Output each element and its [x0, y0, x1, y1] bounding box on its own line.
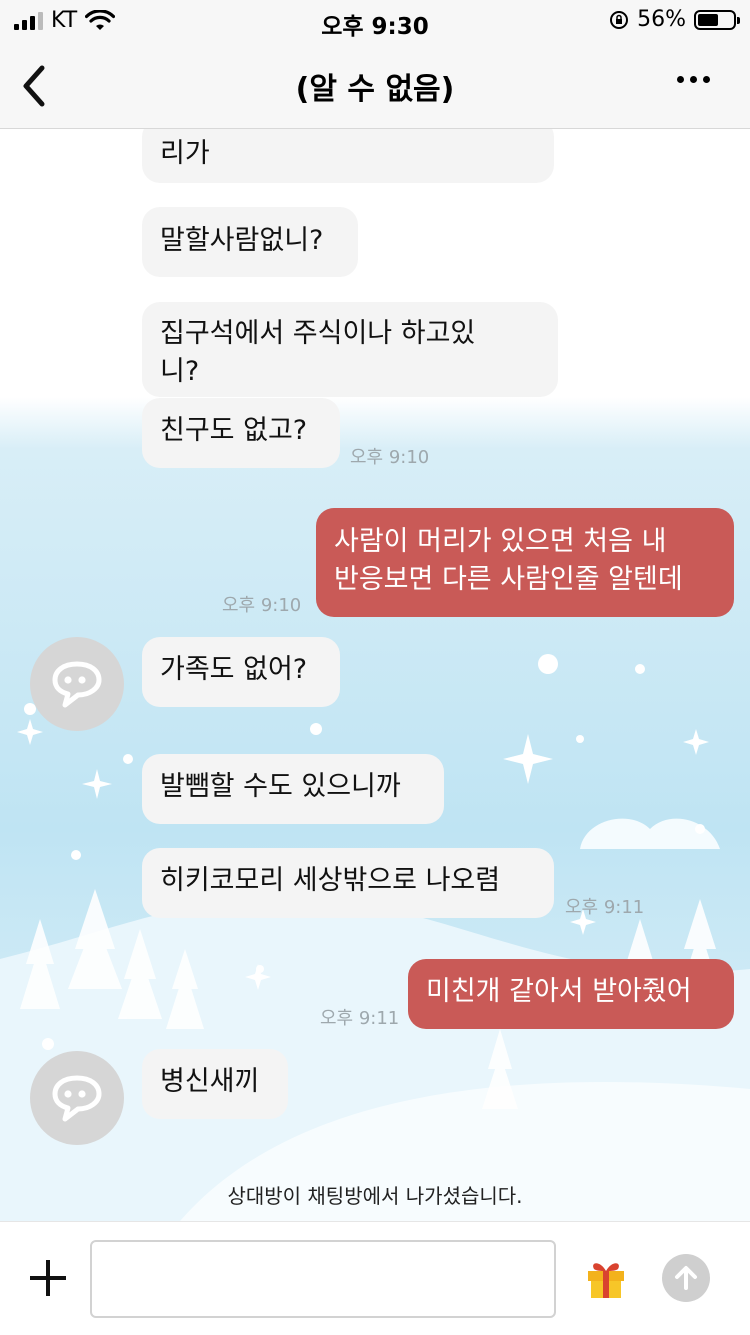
chat-bubble-icon — [52, 661, 102, 708]
gift-icon[interactable] — [584, 1256, 628, 1300]
system-notice: 상대방이 채팅방에서 나가셨습니다. — [227, 1184, 523, 1208]
message-bubble[interactable]: 병신새끼 — [142, 1049, 288, 1119]
message-text: 사람이 머리가 있으면 처음 내 — [334, 526, 667, 557]
chat-area[interactable]: 리가 말할사람없니? 집구석에서 주식이나 하고있 니? 친구도 없고? 오후 … — [0, 129, 750, 1221]
avatar[interactable] — [30, 1051, 124, 1145]
arrow-up-icon — [675, 1266, 697, 1290]
message-time: 오후 9:11 — [565, 897, 645, 918]
message-text: 말할사람없니? — [160, 225, 324, 256]
message-text: 발뺌할 수도 있으니까 — [160, 771, 401, 802]
chat-bubble-icon — [52, 1075, 102, 1122]
chat-header: (알 수 없음) — [0, 42, 750, 129]
battery-percent: 56% — [637, 7, 686, 32]
message-time: 오후 9:11 — [320, 1008, 400, 1029]
message-bubble[interactable]: 사람이 머리가 있으면 처음 내 반응보면 다른 사람인줄 알텐데 — [316, 508, 734, 617]
message-text: 친구도 없고? — [160, 415, 308, 446]
message-text: 히키코모리 세상밖으로 나오렴 — [160, 865, 501, 896]
message-time: 오후 9:10 — [222, 595, 302, 616]
message-bubble[interactable]: 미친개 같아서 받아줬어 — [408, 959, 734, 1029]
orientation-lock-icon — [610, 10, 629, 29]
message-bubble[interactable]: 발뺌할 수도 있으니까 — [142, 754, 444, 824]
message-text: 집구석에서 주식이나 하고있 — [160, 318, 476, 349]
message-bubble[interactable]: 친구도 없고? — [142, 398, 340, 468]
message-bubble[interactable]: 말할사람없니? — [142, 207, 358, 277]
avatar[interactable] — [30, 637, 124, 731]
message-bubble[interactable]: 집구석에서 주식이나 하고있 니? — [142, 302, 558, 397]
message-bubble[interactable]: 히키코모리 세상밖으로 나오렴 — [142, 848, 554, 918]
message-bubble[interactable]: 가족도 없어? — [142, 637, 340, 707]
message-bubble[interactable]: 리가 — [142, 129, 554, 183]
status-right: 56% — [609, 7, 740, 32]
send-button[interactable] — [662, 1254, 710, 1302]
message-text: 병신새끼 — [160, 1066, 260, 1097]
message-time: 오후 9:10 — [350, 447, 430, 468]
message-text: 미친개 같아서 받아줬어 — [426, 976, 692, 1007]
battery-icon — [694, 9, 740, 30]
message-text: 반응보면 다른 사람인줄 알텐데 — [334, 564, 683, 595]
message-input[interactable] — [90, 1240, 556, 1318]
chat-title: (알 수 없음) — [295, 72, 455, 107]
message-text: 가족도 없어? — [160, 654, 308, 685]
plus-icon[interactable] — [30, 1260, 66, 1296]
more-dots-icon[interactable] — [677, 76, 710, 83]
message-text: 리가 — [160, 138, 210, 169]
message-text: 니? — [160, 356, 200, 387]
status-bar: KT 오후 9:30 56% — [0, 0, 750, 42]
input-bar — [0, 1221, 750, 1335]
